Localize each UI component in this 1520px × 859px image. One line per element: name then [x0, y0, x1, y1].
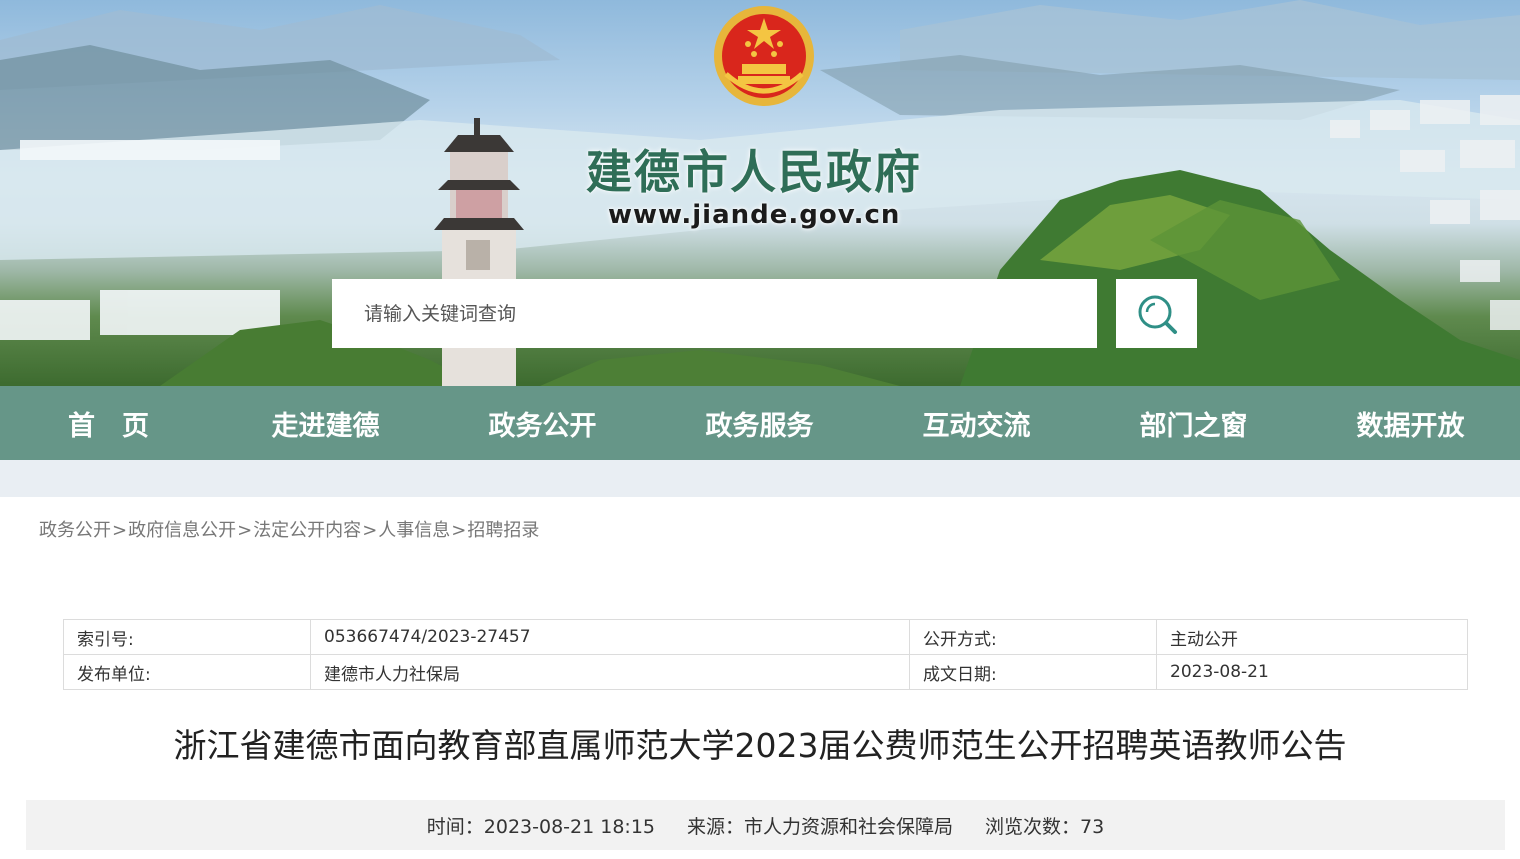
breadcrumb-separator: > — [112, 520, 128, 541]
breadcrumb-separator: > — [237, 520, 253, 541]
breadcrumb: 政务公开>政府信息公开>法定公开内容>人事信息>招聘招录 — [39, 516, 539, 542]
table-row: 索引号: 053667474/2023-27457 公开方式: 主动公开 — [63, 619, 1468, 655]
nav-item-government-services[interactable]: 政务服务 — [651, 404, 868, 443]
publish-time: 时间：2023-08-21 18:15 — [427, 812, 655, 839]
search-input[interactable] — [332, 279, 1097, 348]
publisher-label: 发布单位: — [63, 654, 311, 690]
nav-item-open-data[interactable]: 数据开放 — [1302, 404, 1519, 443]
table-row: 发布单位: 建德市人力社保局 成文日期: 2023-08-21 — [63, 654, 1468, 690]
article-info-bar: 时间：2023-08-21 18:15 来源：市人力资源和社会保障局 浏览次数：… — [26, 800, 1505, 850]
main-content: 政务公开>政府信息公开>法定公开内容>人事信息>招聘招录 索引号: 053667… — [0, 497, 1520, 859]
disclosure-method-value: 主动公开 — [1156, 619, 1468, 655]
publish-time-label: 时间： — [426, 815, 484, 838]
index-value: 053667474/2023-27457 — [310, 619, 910, 655]
view-count-value: 73 — [1080, 815, 1105, 838]
header-banner: 建德市人民政府 www.jiande.gov.cn — [0, 0, 1520, 386]
breadcrumb-item-government-info[interactable]: 政府信息公开 — [128, 520, 236, 541]
search-button[interactable] — [1116, 279, 1197, 348]
breadcrumb-separator: > — [451, 520, 467, 541]
disclosure-method-label: 公开方式: — [909, 619, 1157, 655]
breadcrumb-item-government-affairs[interactable]: 政务公开 — [39, 520, 111, 541]
site-title: 建德市人民政府 — [586, 145, 922, 199]
written-date-label: 成文日期: — [909, 654, 1157, 690]
breadcrumb-item-personnel-info[interactable]: 人事信息 — [378, 520, 450, 541]
article-title: 浙江省建德市面向教育部直属师范大学2023届公费师范生公开招聘英语教师公告 — [173, 726, 1347, 765]
breadcrumb-separator: > — [362, 520, 378, 541]
nav-item-home[interactable]: 首 页 — [0, 404, 217, 443]
search-icon — [1138, 295, 1177, 334]
view-count: 浏览次数：73 — [985, 812, 1104, 839]
view-count-label: 浏览次数： — [985, 815, 1081, 838]
nav-item-departments[interactable]: 部门之窗 — [1085, 404, 1302, 443]
national-emblem-icon — [714, 6, 814, 106]
publish-time-value: 2023-08-21 18:15 — [483, 815, 655, 838]
nav-item-government-affairs-public[interactable]: 政务公开 — [434, 404, 651, 443]
breadcrumb-item-statutory-content[interactable]: 法定公开内容 — [253, 520, 361, 541]
breadcrumb-item-recruitment[interactable]: 招聘招录 — [467, 520, 539, 541]
publisher-value: 建德市人力社保局 — [310, 654, 910, 690]
site-url: www.jiande.gov.cn — [608, 200, 901, 230]
nav-item-interaction[interactable]: 互动交流 — [868, 404, 1085, 443]
article-source-label: 来源： — [687, 815, 745, 838]
index-label: 索引号: — [63, 619, 311, 655]
written-date-value: 2023-08-21 — [1156, 654, 1468, 690]
nav-item-about-jiande[interactable]: 走进建德 — [217, 404, 434, 443]
article-source: 来源：市人力资源和社会保障局 — [687, 812, 953, 839]
document-meta-table: 索引号: 053667474/2023-27457 公开方式: 主动公开 发布单… — [63, 619, 1468, 690]
article-source-value: 市人力资源和社会保障局 — [744, 815, 954, 838]
main-nav: 首 页 走进建德 政务公开 政务服务 互动交流 部门之窗 数据开放 — [0, 386, 1520, 460]
